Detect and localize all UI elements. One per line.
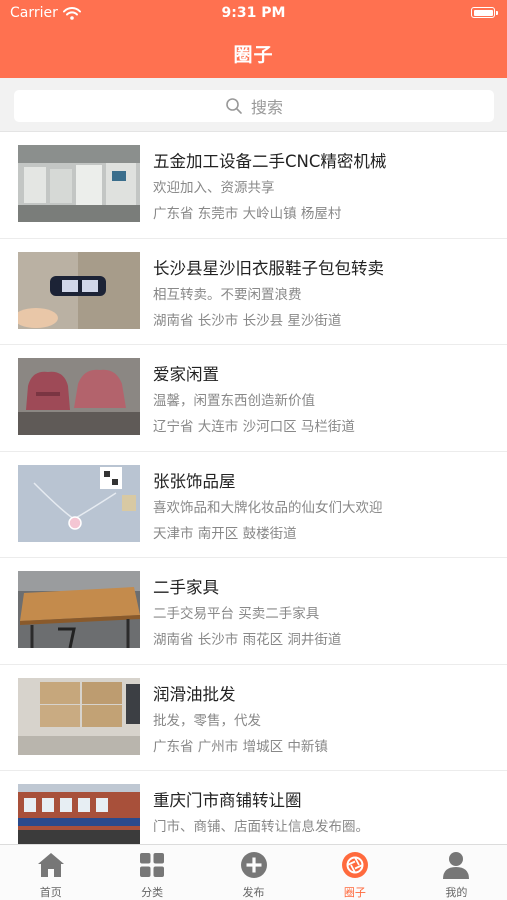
search-input[interactable]: 搜索 [14, 90, 494, 122]
group-thumbnail [18, 464, 140, 542]
tab-label: 首页 [39, 886, 62, 899]
list-item[interactable]: 张张饰品屋 喜欢饰品和大牌化妆品的仙女们大欢迎 天津市 南开区 鼓楼街道 [0, 452, 507, 558]
search-placeholder: 搜索 [250, 98, 283, 117]
list-item[interactable]: 重庆门市商铺转让圈 门市、商铺、店面转让信息发布圈。 [0, 771, 507, 844]
battery-icon [471, 7, 498, 18]
group-description: 批发，零售，代发 [153, 712, 261, 729]
tab-categories[interactable]: 分类 [101, 845, 202, 900]
group-thumbnail [18, 358, 140, 435]
group-description: 二手交易平台 买卖二手家具 [153, 606, 320, 622]
grid-icon [140, 853, 165, 877]
list-item[interactable]: 二手家具 二手交易平台 买卖二手家具 湖南省 长沙市 雨花区 洞井街道 [0, 558, 507, 665]
group-title: 爱家闲置 [153, 365, 219, 384]
group-description: 温馨，闲置东西创造新价值 [153, 393, 315, 409]
page-title: 圈子 [233, 44, 274, 66]
group-title: 润滑油批发 [153, 684, 236, 704]
group-title: 五金加工设备二手CNC精密机械 [153, 152, 387, 171]
group-list: 五金加工设备二手CNC精密机械 欢迎加入、资源共享 广东省 东莞市 大岭山镇 杨… [0, 132, 507, 844]
group-thumbnail [18, 145, 140, 222]
tab-publish[interactable]: 发布 [203, 845, 304, 900]
search-icon [226, 98, 242, 114]
group-title: 二手家具 [153, 578, 219, 597]
tab-circles[interactable]: 圈子 [304, 845, 405, 900]
group-description: 门市、商铺、店面转让信息发布圈。 [153, 819, 369, 835]
group-location: 广东省 广州市 增城区 中新镇 [153, 738, 328, 755]
group-thumbnail [18, 251, 140, 329]
group-thumbnail [18, 571, 140, 648]
group-thumbnail [18, 677, 140, 755]
group-description: 相互转卖。不要闲置浪费 [153, 286, 302, 303]
list-item[interactable]: 爱家闲置 温馨，闲置东西创造新价值 辽宁省 大连市 沙河口区 马栏街道 [0, 345, 507, 452]
list-item[interactable]: 五金加工设备二手CNC精密机械 欢迎加入、资源共享 广东省 东莞市 大岭山镇 杨… [0, 132, 507, 239]
home-icon [37, 853, 64, 877]
nav-header: Carrier 9:31 PM 圈子 [0, 0, 507, 78]
tab-label: 发布 [242, 886, 265, 899]
status-bar: Carrier 9:31 PM [0, 0, 507, 26]
list-item[interactable]: 润滑油批发 批发，零售，代发 广东省 广州市 增城区 中新镇 [0, 665, 507, 771]
clock: 9:31 PM [221, 5, 286, 21]
group-description: 欢迎加入、资源共享 [153, 180, 275, 196]
group-title: 重庆门市商铺转让圈 [153, 791, 302, 810]
search-bar: 搜索 [0, 78, 507, 132]
list-item[interactable]: 长沙县星沙旧衣服鞋子包包转卖 相互转卖。不要闲置浪费 湖南省 长沙市 长沙县 星… [0, 239, 507, 345]
group-title: 长沙县星沙旧衣服鞋子包包转卖 [153, 258, 384, 278]
group-location: 辽宁省 大连市 沙河口区 马栏街道 [153, 419, 355, 435]
tab-bar: 首页 分类 发布 圈子 我的 [0, 844, 507, 900]
tab-profile[interactable]: 我的 [406, 845, 507, 900]
person-icon [443, 852, 470, 879]
group-location: 天津市 南开区 鼓楼街道 [153, 525, 297, 542]
group-thumbnail [18, 784, 140, 844]
group-location: 广东省 东莞市 大岭山镇 杨屋村 [153, 206, 342, 222]
group-title: 张张饰品屋 [153, 471, 236, 491]
tab-label: 我的 [445, 886, 468, 899]
plus-circle-icon [240, 852, 267, 878]
tab-label: 圈子 [343, 886, 366, 899]
group-description: 喜欢饰品和大牌化妆品的仙女们大欢迎 [153, 499, 383, 516]
tab-label: 分类 [141, 886, 164, 899]
group-location: 湖南省 长沙市 雨花区 洞井街道 [153, 632, 342, 648]
tab-home[interactable]: 首页 [0, 845, 101, 900]
aperture-icon [341, 852, 368, 878]
group-location: 湖南省 长沙市 长沙县 星沙街道 [153, 312, 342, 329]
